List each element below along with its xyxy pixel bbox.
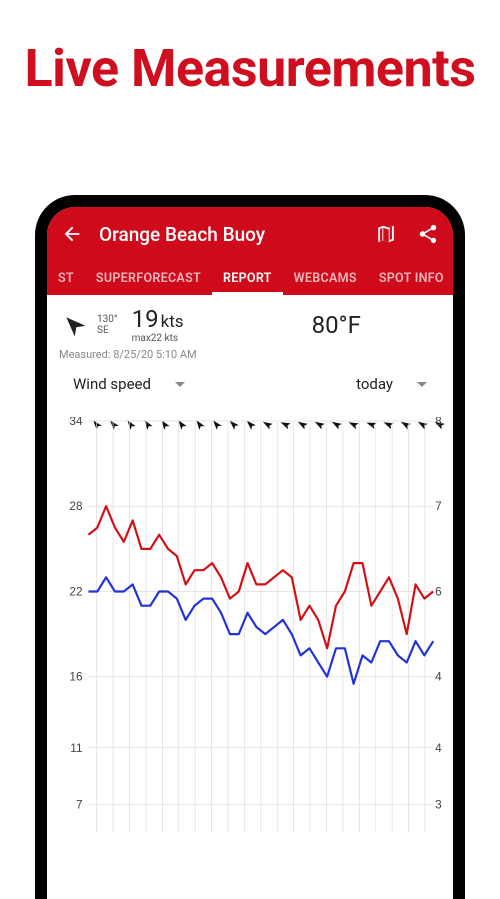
back-button[interactable] <box>57 219 87 249</box>
wind-speed-block: 19kts max22 kts <box>132 305 184 344</box>
temperature: 80°F <box>192 311 441 339</box>
svg-text:6: 6 <box>435 584 442 598</box>
wind-direction-icon <box>53 303 95 345</box>
range-selector-label: today <box>356 375 393 393</box>
svg-text:7: 7 <box>76 798 83 812</box>
tab-spotinfo[interactable]: SPOT INFO <box>368 261 453 295</box>
svg-text:4: 4 <box>435 670 442 684</box>
chart-canvas: 7 3 11 4 16 4 22 6 28 7 34 8 <box>53 417 447 837</box>
chevron-down-icon <box>417 382 427 387</box>
phone-screen: Orange Beach Buoy ST SUPERFORECAST REPOR… <box>47 207 453 899</box>
svg-text:22: 22 <box>69 584 83 598</box>
page-title: Orange Beach Buoy <box>99 223 359 246</box>
chevron-down-icon <box>175 382 185 387</box>
svg-text:7: 7 <box>435 499 442 513</box>
hero-title: Live Measurements <box>0 0 500 127</box>
app-topbar: Orange Beach Buoy <box>47 207 453 257</box>
selector-row: Wind speed today <box>47 371 453 401</box>
metric-selector[interactable]: Wind speed <box>73 375 185 393</box>
share-icon <box>417 223 439 245</box>
svg-text:34: 34 <box>69 417 83 428</box>
share-button[interactable] <box>413 219 443 249</box>
svg-text:4: 4 <box>435 741 442 755</box>
svg-text:16: 16 <box>69 670 83 684</box>
map-icon <box>375 223 397 245</box>
measured-timestamp: Measured: 8/25/20 5:10 AM <box>47 344 453 371</box>
map-button[interactable] <box>371 219 401 249</box>
tab-bar: ST SUPERFORECAST REPORT WEBCAMS SPOT INF… <box>47 257 453 295</box>
svg-text:28: 28 <box>69 499 83 513</box>
svg-text:8: 8 <box>435 417 442 428</box>
wind-cardinal: SE <box>97 325 118 336</box>
wind-speed-value: 19 <box>132 305 159 333</box>
wind-degrees: 130° <box>97 314 118 325</box>
summary-row: 130° SE 19kts max22 kts 80°F <box>47 295 453 344</box>
tab-webcams[interactable]: WEBCAMS <box>283 261 368 295</box>
phone-frame: Orange Beach Buoy ST SUPERFORECAST REPOR… <box>35 195 465 899</box>
wind-speed-unit: kts <box>161 312 184 332</box>
tab-forecast-partial[interactable]: ST <box>47 261 85 295</box>
svg-text:11: 11 <box>70 741 83 755</box>
tab-superforecast[interactable]: SUPERFORECAST <box>85 261 212 295</box>
range-selector[interactable]: today <box>356 375 427 393</box>
chart: 7 3 11 4 16 4 22 6 28 7 34 8 <box>47 417 453 837</box>
metric-selector-label: Wind speed <box>73 375 151 393</box>
tab-report[interactable]: REPORT <box>212 261 283 295</box>
wind-max: max22 kts <box>132 333 184 344</box>
arrow-left-icon <box>61 223 83 245</box>
wind-direction: 130° SE <box>97 314 118 336</box>
svg-text:3: 3 <box>435 798 442 812</box>
